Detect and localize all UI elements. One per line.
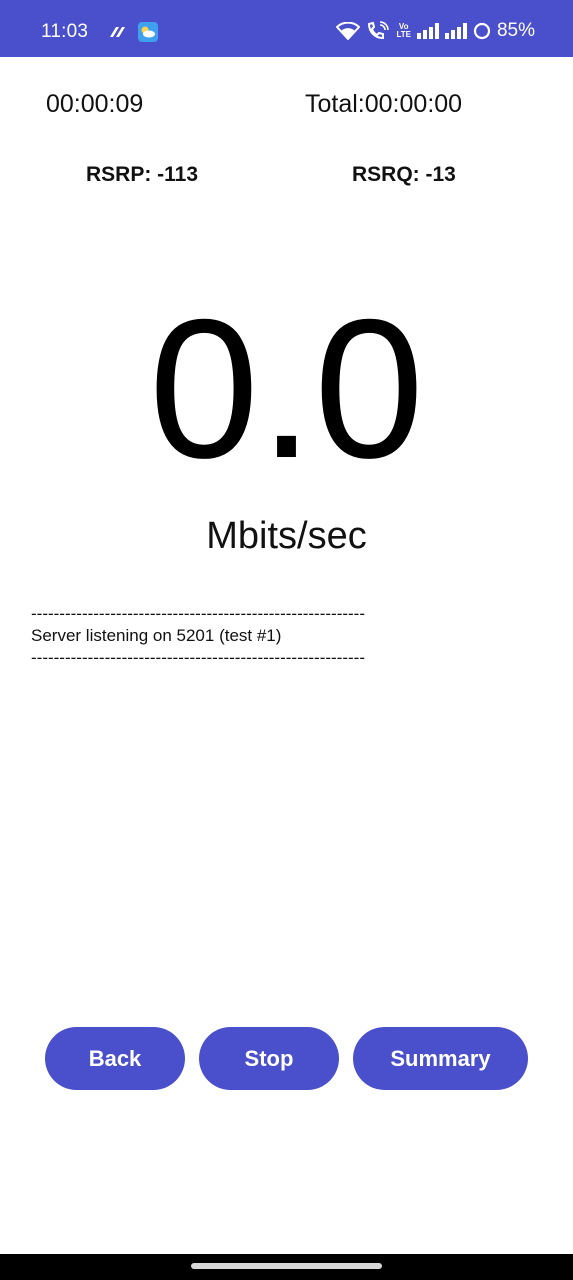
status-time: 11:03 — [41, 21, 89, 42]
wifi-calling-icon — [368, 21, 390, 40]
battery-icon — [473, 22, 491, 40]
signal-strength-icon-2 — [444, 23, 467, 39]
rsrp-value: RSRP: -113 — [86, 163, 199, 186]
total-timer: Total:00:00:00 — [305, 90, 463, 118]
battery-percent: 85% — [496, 20, 535, 41]
navigation-bar — [0, 1254, 573, 1280]
speed-unit: Mbits/sec — [206, 515, 367, 557]
back-button[interactable]: Back — [45, 1027, 185, 1090]
test-log: ----------------------------------------… — [31, 604, 366, 667]
status-indicators: Vo LTE 85% — [336, 20, 535, 42]
wifi-icon — [336, 22, 361, 40]
volte-icon: Vo LTE — [396, 23, 411, 39]
home-gesture-handle[interactable] — [191, 1263, 382, 1269]
rsrq-value: RSRQ: -13 — [352, 163, 456, 186]
speed-value: 0.0 — [148, 278, 425, 499]
summary-button[interactable]: Summary — [353, 1027, 528, 1090]
stop-button[interactable]: Stop — [199, 1027, 339, 1090]
elapsed-timer: 00:00:09 — [46, 90, 144, 118]
status-bar: 11:03 Vo LTE 85% — [0, 0, 573, 57]
weather-icon — [138, 22, 158, 42]
volte-bottom-label: LTE — [396, 30, 411, 39]
notification-icons — [108, 22, 158, 42]
app-notification-icon — [110, 27, 125, 37]
signal-strength-icon-1 — [416, 23, 439, 39]
